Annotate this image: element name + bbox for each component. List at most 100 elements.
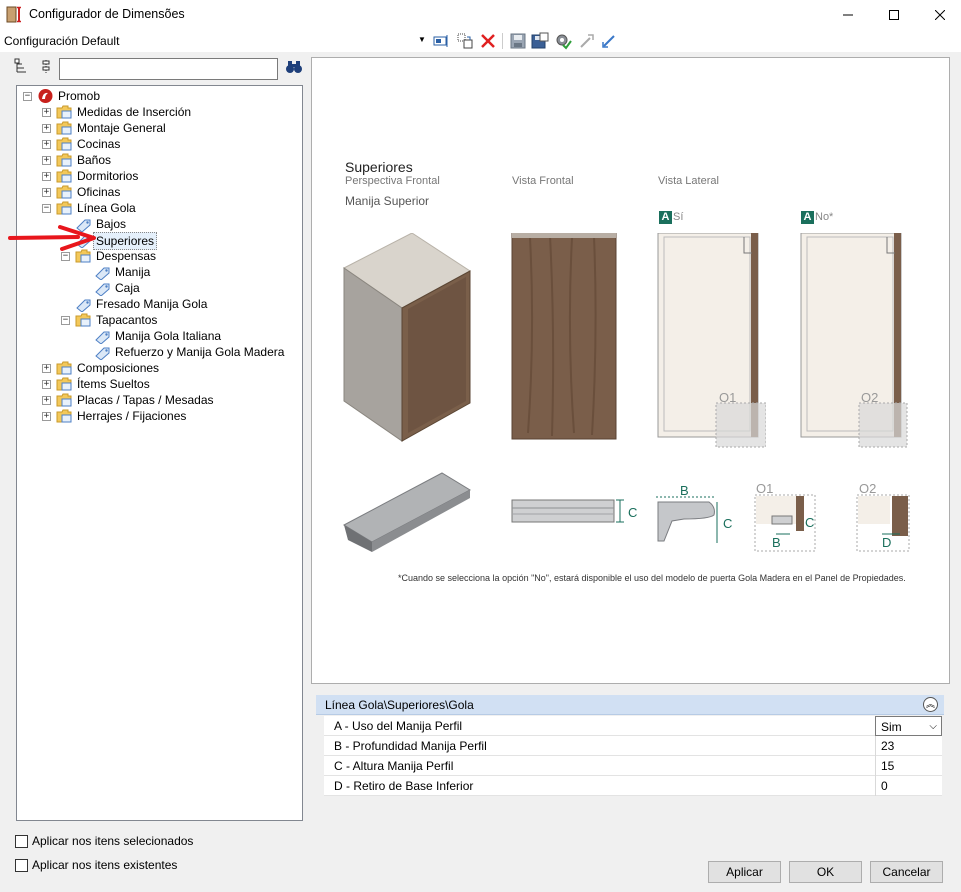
settings-icon[interactable] [554, 32, 572, 50]
expand-node-icon[interactable]: + [42, 412, 51, 421]
configuration-select[interactable]: Configuración Default [4, 34, 119, 48]
tag-icon [95, 283, 110, 296]
tree-item-label: Composiciones [77, 361, 160, 375]
handle-profile-image [342, 472, 472, 552]
property-row: D - Retiro de Base Inferior 0 [324, 776, 942, 796]
collapse-node-icon[interactable]: − [61, 252, 70, 261]
tree-item-label: Dormitorios [77, 169, 139, 183]
collapse-node-icon[interactable]: − [42, 204, 51, 213]
tree-item-label: Refuerzo y Manija Gola Madera [115, 345, 285, 359]
tree-item-label: Placas / Tapas / Mesadas [77, 393, 214, 407]
tree-item[interactable]: − Tapacantos [17, 312, 297, 328]
expand-node-icon[interactable]: + [42, 396, 51, 405]
detail-o2-marker: O2 [861, 390, 879, 405]
tag-icon [95, 347, 110, 360]
detail-o1-marker: O1 [719, 390, 737, 405]
tree-item-label: Bajos [96, 217, 127, 231]
tree-item[interactable]: − Promob [17, 88, 297, 104]
dropdown-arrow-icon[interactable]: ▼ [418, 35, 426, 44]
property-name: C - Altura Manija Perfil [334, 759, 454, 773]
tree-item[interactable]: − Línea Gola [17, 200, 297, 216]
minimize-button[interactable] [825, 0, 871, 30]
minimize-icon [843, 14, 853, 16]
property-value-field[interactable]: 0 [875, 776, 942, 796]
footnote-text: *Cuando se selecciona la opción "No", es… [398, 573, 906, 583]
tree-item[interactable]: + Medidas de Inserción [17, 104, 297, 120]
export-icon[interactable] [578, 32, 596, 50]
tag-icon [76, 299, 91, 312]
tree-item[interactable]: + Oficinas [17, 184, 297, 200]
apply-button[interactable]: Aplicar [708, 861, 781, 883]
preview-panel: Superiores Perspectiva Frontal Vista Fro… [311, 57, 950, 684]
tree-item[interactable]: Manija [17, 264, 297, 280]
expand-node-icon[interactable]: + [42, 140, 51, 149]
expand-all-icon[interactable] [14, 58, 32, 76]
cancel-button[interactable]: Cancelar [870, 861, 943, 883]
tree-item-label: Caja [115, 281, 140, 295]
property-name: B - Profundidad Manija Perfil [334, 739, 487, 753]
property-name: D - Retiro de Base Inferior [334, 779, 474, 793]
tree-item-label: Manija Gola Italiana [115, 329, 222, 343]
collapse-all-icon[interactable] [38, 58, 54, 76]
property-value-field[interactable]: 15 [875, 756, 942, 776]
property-value-field[interactable]: 23 [875, 736, 942, 756]
tree-item[interactable]: + Herrajes / Fijaciones [17, 408, 297, 424]
folder-icon [56, 361, 72, 375]
apply-existing-label: Aplicar nos itens existentes [32, 858, 178, 872]
collapse-node-icon[interactable]: − [61, 316, 70, 325]
handle-frontal-image [511, 499, 624, 523]
expand-node-icon[interactable]: + [42, 380, 51, 389]
tree-item[interactable]: + Cocinas [17, 136, 297, 152]
tree-item[interactable]: Manija Gola Italiana [17, 328, 297, 344]
handle-side-image [656, 496, 718, 543]
property-value-text: Sim [881, 720, 902, 734]
tree-item-label: Medidas de Inserción [77, 105, 192, 119]
tree-panel: − Promob + Medidas de Inserción + Montaje Gen… [16, 85, 303, 821]
tree-item-label: Línea Gola [77, 201, 136, 215]
save-as-icon[interactable] [531, 32, 549, 50]
lateral-view-no-image [800, 233, 908, 448]
tree-item[interactable]: + Composiciones [17, 360, 297, 376]
column-lateral-label: Vista Lateral [658, 175, 719, 187]
delete-icon[interactable] [479, 32, 497, 50]
tree-item[interactable]: + Ítems Sueltos [17, 376, 297, 392]
tree-item[interactable]: Fresado Manija Gola [17, 296, 297, 312]
binoculars-icon[interactable] [285, 58, 303, 76]
dimension-c-detail: C [805, 515, 815, 530]
tree-item[interactable]: + Montaje General [17, 120, 297, 136]
close-button[interactable] [917, 0, 961, 30]
collapse-icon[interactable]: ︽ [923, 697, 938, 712]
tree-item[interactable]: + Baños [17, 152, 297, 168]
import-icon[interactable] [600, 32, 618, 50]
badge-a-yes: A [659, 211, 672, 224]
maximize-button[interactable] [871, 0, 917, 30]
cabinet-perspective-image [343, 233, 471, 442]
add-config-icon[interactable] [432, 32, 450, 50]
checkbox-box[interactable] [15, 835, 28, 848]
expand-node-icon[interactable]: + [42, 364, 51, 373]
expand-node-icon[interactable]: + [42, 188, 51, 197]
dimension-d-detail: D [882, 535, 892, 550]
search-input[interactable] [59, 58, 278, 80]
tree-item[interactable]: + Dormitorios [17, 168, 297, 184]
folder-icon [56, 137, 72, 151]
close-icon [935, 10, 945, 20]
copy-config-icon[interactable] [456, 32, 474, 50]
expand-node-icon[interactable]: + [42, 172, 51, 181]
tree-item[interactable]: Refuerzo y Manija Gola Madera [17, 344, 297, 360]
expand-node-icon[interactable]: + [42, 108, 51, 117]
expand-node-icon[interactable]: + [42, 124, 51, 133]
property-value-select[interactable]: Sim ⌵ [875, 716, 942, 736]
dimension-c-side: C [723, 516, 733, 531]
collapse-node-icon[interactable]: − [23, 92, 32, 101]
save-icon[interactable] [509, 32, 527, 50]
folder-icon [56, 185, 72, 199]
tree-item[interactable]: + Placas / Tapas / Mesadas [17, 392, 297, 408]
promob-logo-icon [38, 89, 53, 103]
title-bar: Configurador de Dimensões [0, 0, 961, 30]
checkbox-box[interactable] [15, 859, 28, 872]
ok-button[interactable]: OK [789, 861, 862, 883]
expand-node-icon[interactable]: + [42, 156, 51, 165]
folder-icon [56, 201, 72, 215]
tree-item[interactable]: Caja [17, 280, 297, 296]
